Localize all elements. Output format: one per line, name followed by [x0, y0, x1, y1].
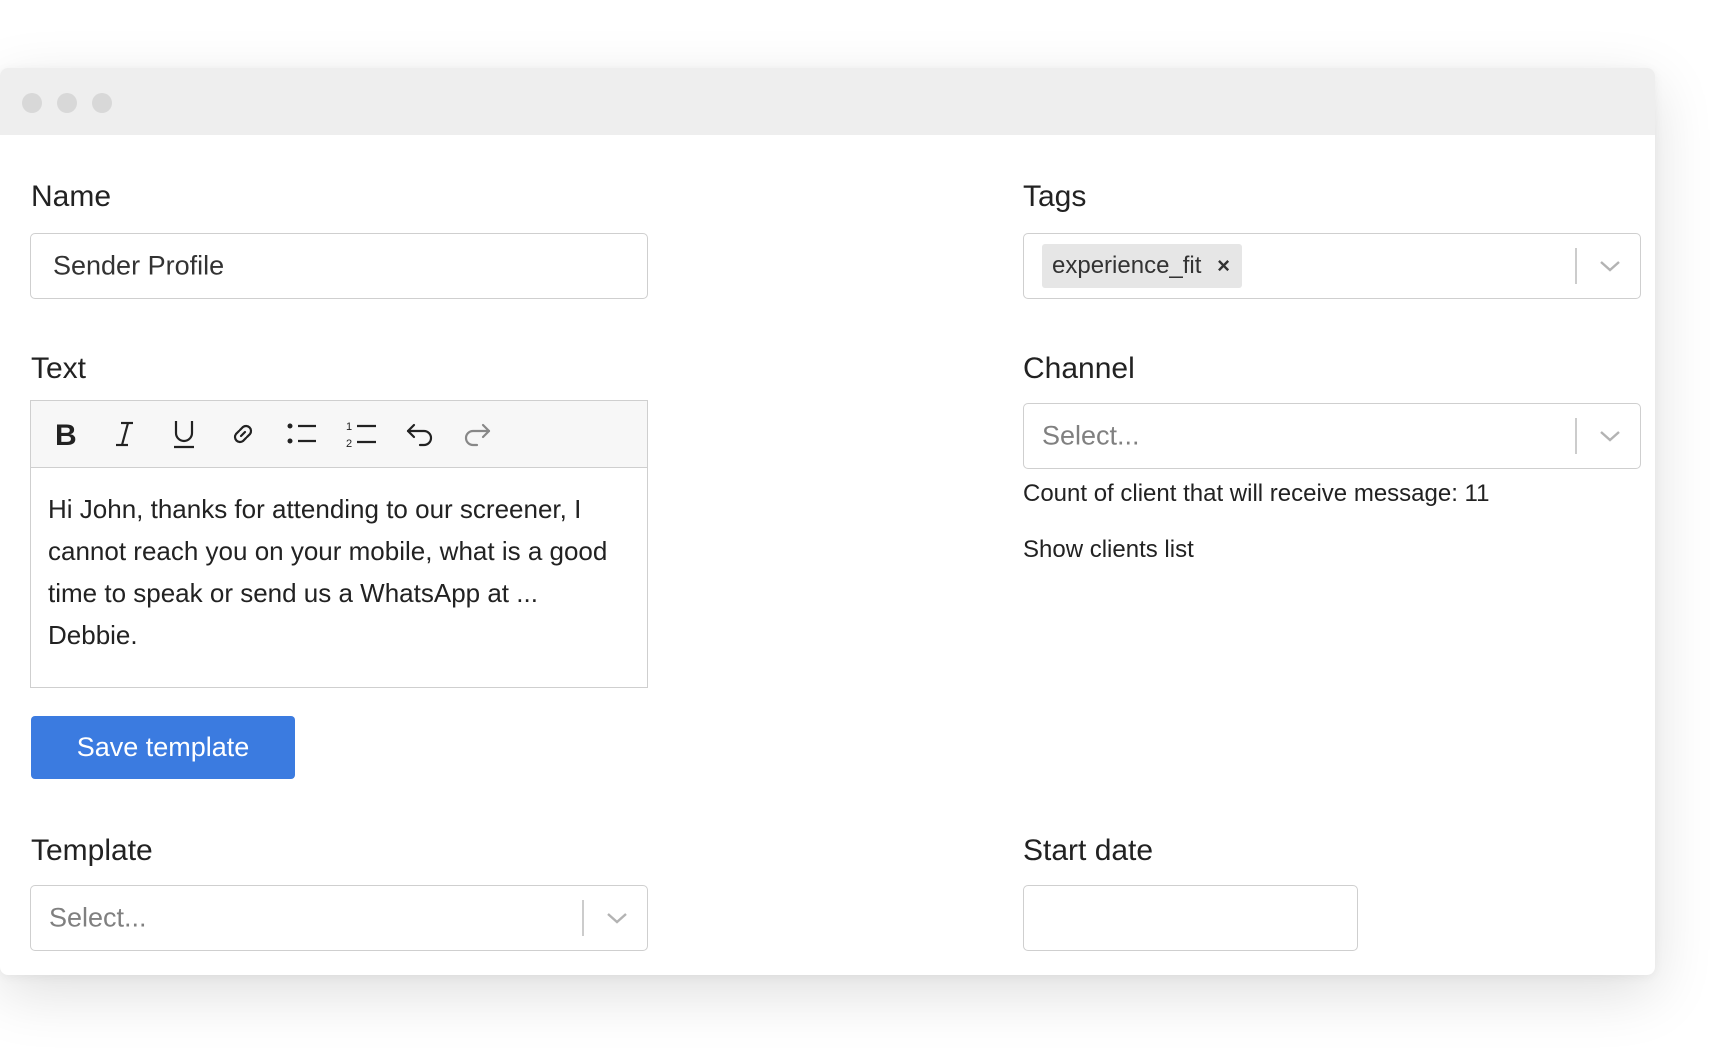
tags-select-separator — [1575, 248, 1577, 284]
tag-chip: experience_fit × — [1042, 244, 1242, 288]
save-template-button[interactable]: Save template — [31, 716, 295, 779]
undo-icon[interactable] — [397, 411, 443, 457]
underline-icon[interactable] — [161, 411, 207, 457]
editor-toolbar: B 12 — [31, 401, 647, 468]
window-titlebar — [0, 68, 1655, 135]
template-label: Template — [31, 834, 153, 867]
app-window: Name Sender Profile Tags experience_fit … — [0, 68, 1655, 975]
numbered-list-icon[interactable]: 12 — [338, 411, 384, 457]
tags-select[interactable]: experience_fit × — [1023, 233, 1641, 299]
start-date-label: Start date — [1023, 834, 1154, 867]
channel-select-separator — [1575, 418, 1577, 454]
name-label: Name — [31, 180, 112, 213]
svg-text:2: 2 — [346, 438, 352, 449]
link-icon[interactable] — [220, 411, 266, 457]
svg-text:B: B — [55, 419, 77, 449]
chevron-down-icon[interactable] — [1598, 429, 1622, 443]
tag-chip-label: experience_fit — [1052, 252, 1202, 279]
template-select-separator — [582, 900, 584, 936]
chevron-down-icon[interactable] — [1598, 259, 1622, 273]
text-label: Text — [31, 352, 87, 385]
channel-label: Channel — [1023, 352, 1135, 385]
chevron-down-icon[interactable] — [605, 911, 629, 925]
bulleted-list-icon[interactable] — [279, 411, 325, 457]
name-input-value: Sender Profile — [53, 250, 225, 281]
redo-icon[interactable] — [454, 411, 500, 457]
svg-text:1: 1 — [346, 421, 352, 433]
template-select[interactable]: Select... — [30, 885, 648, 951]
italic-icon[interactable] — [102, 411, 148, 457]
tags-label: Tags — [1023, 180, 1087, 213]
recipient-count: Count of client that will receive messag… — [1023, 480, 1490, 507]
channel-select-placeholder: Select... — [1042, 420, 1140, 451]
template-select-placeholder: Select... — [49, 902, 147, 933]
text-editor: B 12 Hi John, thanks for attending to ou… — [30, 400, 648, 688]
editor-content[interactable]: Hi John, thanks for attending to our scr… — [48, 488, 633, 656]
start-date-input[interactable] — [1023, 885, 1358, 951]
name-input[interactable]: Sender Profile — [30, 233, 648, 299]
show-clients-list-link[interactable]: Show clients list — [1023, 536, 1194, 564]
channel-select[interactable]: Select... — [1023, 403, 1641, 469]
maximize-window-button[interactable] — [92, 93, 112, 113]
bold-icon[interactable]: B — [43, 411, 89, 457]
remove-tag-icon[interactable]: × — [1217, 253, 1230, 279]
minimize-window-button[interactable] — [57, 93, 77, 113]
close-window-button[interactable] — [22, 93, 42, 113]
